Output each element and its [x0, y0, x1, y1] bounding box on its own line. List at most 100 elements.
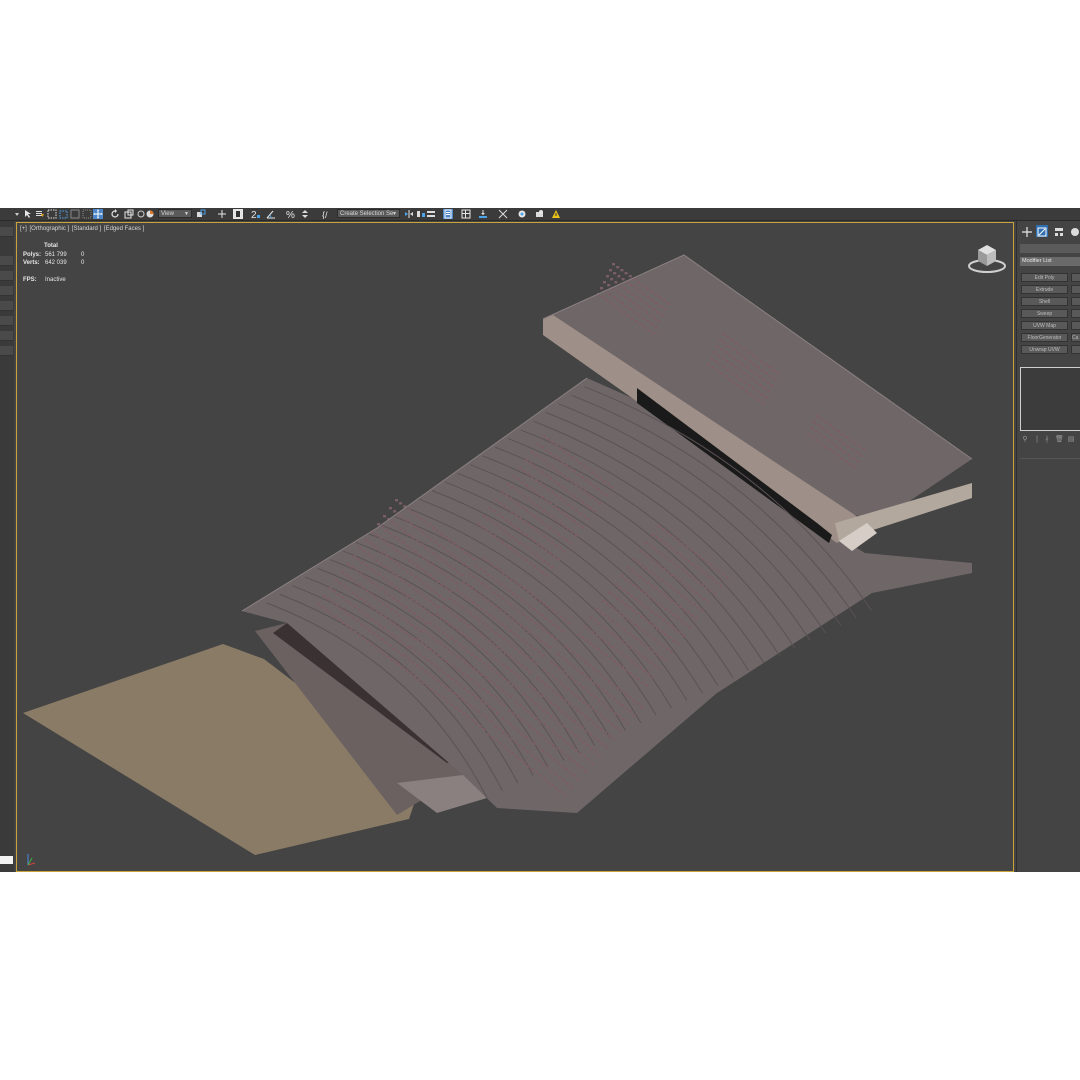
dropdown-arrow-icon[interactable]: [12, 209, 22, 219]
spinner-snap-icon[interactable]: [300, 209, 310, 219]
viewport-label-menu[interactable]: [+] [Orthographic ] [Standard ] [Edged F…: [20, 226, 145, 232]
schematic-view-icon[interactable]: [498, 209, 508, 219]
select-and-manipulate-icon[interactable]: [217, 209, 227, 219]
toggle-scene-explorer-icon[interactable]: [443, 209, 453, 219]
left-strip-button[interactable]: [0, 301, 13, 311]
warning-icon[interactable]: [551, 209, 561, 219]
seat: [634, 572, 638, 575]
left-strip-button[interactable]: [0, 256, 13, 266]
seat: [377, 573, 381, 576]
render-setup-icon[interactable]: [535, 209, 545, 219]
rotate-icon[interactable]: [110, 209, 120, 219]
modifier-edit-poly-button[interactable]: Edit Poly: [1021, 273, 1068, 282]
pin-stack-icon[interactable]: ⚲: [1021, 436, 1029, 444]
select-link-icon[interactable]: [82, 209, 92, 219]
modifier-shell-button[interactable]: Shell: [1021, 297, 1068, 306]
seat: [620, 269, 624, 272]
seat: [545, 524, 548, 527]
left-strip-button[interactable]: [0, 271, 13, 281]
mirror-icon[interactable]: [404, 209, 414, 219]
percent-snap-icon[interactable]: %: [286, 209, 296, 219]
seat: [396, 600, 400, 603]
select-by-name-icon[interactable]: [35, 209, 45, 219]
motion-tab-icon[interactable]: [1069, 225, 1080, 237]
perspective-viewport[interactable]: [+] [Orthographic ] [Standard ] [Edged F…: [16, 222, 1014, 872]
seat: [603, 281, 606, 284]
seat: [599, 636, 603, 640]
scale-icon[interactable]: [124, 209, 134, 219]
modify-tab-icon[interactable]: [1036, 225, 1048, 237]
left-strip-button[interactable]: [0, 227, 13, 237]
seat: [581, 526, 584, 529]
seat: [472, 575, 476, 579]
remove-modifier-icon[interactable]: 🗑: [1055, 436, 1064, 444]
pivot-center-icon[interactable]: [196, 209, 206, 219]
seat: [659, 539, 663, 542]
modifier-unwrap-uvw-button[interactable]: Unwrap UVW: [1021, 345, 1068, 354]
select-manipulate-icon[interactable]: [70, 209, 80, 219]
viewport-shading-edged-faces[interactable]: [Edged Faces ]: [104, 226, 144, 232]
seat: [505, 544, 508, 547]
snaps-toggle-icon[interactable]: 2: [251, 209, 261, 219]
seat: [589, 616, 593, 619]
seat: [722, 366, 726, 369]
left-strip-button[interactable]: [0, 286, 13, 296]
create-tab-icon[interactable]: [1021, 225, 1033, 237]
seat: [426, 659, 430, 662]
seat: [606, 275, 609, 278]
seat: [650, 610, 654, 613]
modifier-stack-list[interactable]: [1020, 367, 1080, 431]
reference-coordinate-dropdown[interactable]: View ▼: [158, 209, 192, 218]
modifier-sweep-button[interactable]: Sweep: [1021, 309, 1068, 318]
hierarchy-tab-icon[interactable]: [1053, 225, 1065, 237]
viewport-point-of-view[interactable]: [Orthographic ]: [30, 226, 70, 232]
keyboard-shortcut-override-icon[interactable]: [233, 209, 243, 219]
rect-selection-region-icon[interactable]: [47, 209, 57, 219]
left-strip-button[interactable]: [0, 316, 13, 326]
status-input-field[interactable]: [0, 856, 13, 864]
select-place-icon[interactable]: [145, 209, 155, 219]
seat: [442, 597, 446, 601]
seat: [649, 290, 653, 293]
modifier-side-button[interactable]: [1071, 321, 1080, 330]
viewport-menu-plus[interactable]: [+]: [20, 226, 27, 232]
modifier-side-button[interactable]: [1071, 345, 1080, 354]
modifier-side-button[interactable]: [1071, 309, 1080, 318]
seat: [585, 479, 588, 482]
modifier-side-button[interactable]: [1071, 297, 1080, 306]
viewcube-icon[interactable]: [967, 241, 1007, 280]
modifier-uvw-map-button[interactable]: UVW Map: [1021, 321, 1068, 330]
seat: [520, 598, 524, 602]
seat: [761, 402, 765, 405]
viewport-shading-standard[interactable]: [Standard ]: [72, 226, 101, 232]
curve-editor-icon[interactable]: [478, 209, 488, 219]
seat: [445, 660, 449, 663]
layer-explorer-icon[interactable]: [426, 209, 436, 219]
seat: [553, 758, 556, 761]
seat: [509, 723, 512, 726]
configure-modifier-sets-icon[interactable]: ▤: [1067, 436, 1075, 444]
modifier-side-button[interactable]: Ca: [1071, 333, 1080, 342]
left-strip-button[interactable]: [0, 331, 13, 341]
seat: [645, 287, 649, 290]
select-object-icon[interactable]: [23, 209, 33, 219]
modifier-side-button[interactable]: [1071, 285, 1080, 294]
modifier-side-button[interactable]: [1071, 273, 1080, 282]
modifier-list-dropdown[interactable]: Modifier List: [1020, 257, 1080, 266]
show-end-result-icon[interactable]: |: [1033, 436, 1041, 444]
make-unique-icon[interactable]: ∤: [1043, 436, 1051, 444]
named-selection-set-dropdown[interactable]: Create Selection Se ▼: [337, 209, 400, 218]
seat: [503, 745, 506, 749]
material-editor-icon[interactable]: [517, 209, 527, 219]
left-strip-button[interactable]: [0, 346, 13, 356]
modifier-floorgenerator-button[interactable]: FloorGenerator: [1021, 333, 1068, 342]
window-crossing-icon[interactable]: [59, 209, 69, 219]
angle-snap-icon[interactable]: [266, 209, 276, 219]
seat: [450, 703, 454, 706]
move-icon[interactable]: [93, 209, 103, 219]
toggle-ribbon-icon[interactable]: [461, 209, 471, 219]
modifier-extrude-button[interactable]: Extrude: [1021, 285, 1068, 294]
object-name-field[interactable]: [1020, 244, 1080, 253]
edit-named-selection-icon[interactable]: {/: [322, 209, 332, 219]
align-icon[interactable]: [416, 209, 426, 219]
